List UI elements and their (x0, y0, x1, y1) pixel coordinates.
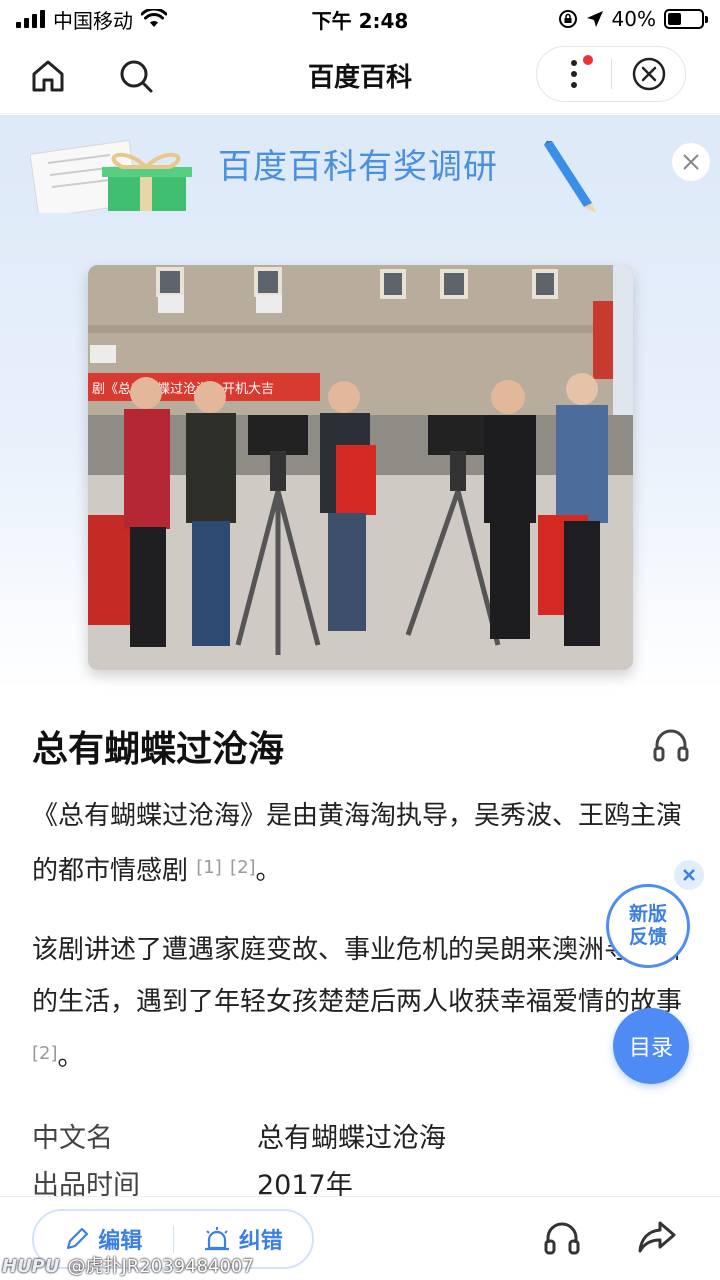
banner-title: 百度百科有奖调研 (218, 147, 498, 187)
reference-link[interactable]: [2] (230, 857, 256, 878)
notification-dot (583, 55, 593, 65)
feedback-button[interactable]: 新版 反馈 (606, 884, 690, 968)
gift-document-illustration (30, 139, 192, 213)
watermark-logo: HUPU (2, 1256, 60, 1277)
edit-button[interactable]: 编辑 (34, 1223, 173, 1255)
plot-text: 该剧讲述了遭遇家庭变故、事业危机的吴朗来澳洲寻找新的生活，遇到了年轻女孩楚楚后两… (32, 935, 683, 1017)
reference-link[interactable]: [2] (32, 1043, 58, 1064)
punctuation: 。 (57, 1042, 84, 1072)
watermark: HUPU @虎扑JR2039484007 (2, 1252, 254, 1278)
photo-sign-text: 剧《总有蝴蝶过沧海》开机大吉 (92, 381, 274, 397)
more-button[interactable] (537, 47, 611, 101)
more-vertical-icon (571, 60, 577, 88)
pencil-icon (67, 1227, 89, 1250)
feedback-line2: 反馈 (628, 926, 667, 948)
correct-label: 纠错 (238, 1229, 283, 1254)
edit-label: 编辑 (98, 1229, 143, 1254)
article-title: 总有蝴蝶过沧海 (32, 729, 285, 770)
share-icon[interactable] (636, 1217, 678, 1257)
correct-button[interactable]: 纠错 (174, 1223, 313, 1255)
infobox-value: 总有蝴蝶过沧海 (257, 1123, 446, 1154)
punctuation: 。 (255, 856, 282, 886)
summary-text: 《总有蝴蝶过沧海》是由黄海淘执导，吴秀波、王鸥主演的都市情感剧 (32, 801, 683, 886)
article-cover-photo[interactable]: 剧《总有蝴蝶过沧海》开机大吉 (88, 265, 633, 670)
reference-link[interactable]: [1] (196, 857, 222, 878)
mini-program-capsule (536, 46, 686, 102)
status-time: 下午 2:48 (311, 8, 409, 33)
close-button[interactable] (612, 47, 685, 101)
pencil-illustration (544, 141, 596, 213)
feedback-line1: 新版 (628, 903, 667, 925)
infobox-row: 中文名 总有蝴蝶过沧海 (32, 1116, 446, 1155)
survey-banner[interactable]: 百度百科有奖调研 (0, 115, 720, 213)
battery-icon (664, 9, 708, 29)
headphones-icon[interactable] (652, 726, 690, 764)
status-bar: 中国移动 下午 2:48 40% (0, 0, 720, 38)
infobox-key: 中文名 (32, 1123, 113, 1154)
summary-paragraph: 《总有蝴蝶过沧海》是由黄海淘执导，吴秀波、王鸥主演的都市情感剧 [1] [2]。 (32, 790, 692, 897)
feedback-close-button[interactable] (674, 860, 704, 890)
nav-bar: 百度百科 (0, 38, 720, 114)
close-icon (683, 869, 695, 881)
alarm-icon (204, 1227, 229, 1251)
banner-close-button[interactable] (672, 143, 710, 181)
close-icon (683, 154, 699, 170)
feedback-bubble: 新版 反馈 (606, 884, 690, 968)
toc-button[interactable]: 目录 (613, 1008, 689, 1084)
watermark-text: @虎扑JR2039484007 (67, 1256, 254, 1277)
close-circle-icon (632, 57, 665, 91)
plot-paragraph: 该剧讲述了遭遇家庭变故、事业危机的吴朗来澳洲寻找新的生活，遇到了年轻女孩楚楚后两… (32, 924, 692, 1083)
listen-headphones-icon[interactable] (542, 1217, 582, 1257)
